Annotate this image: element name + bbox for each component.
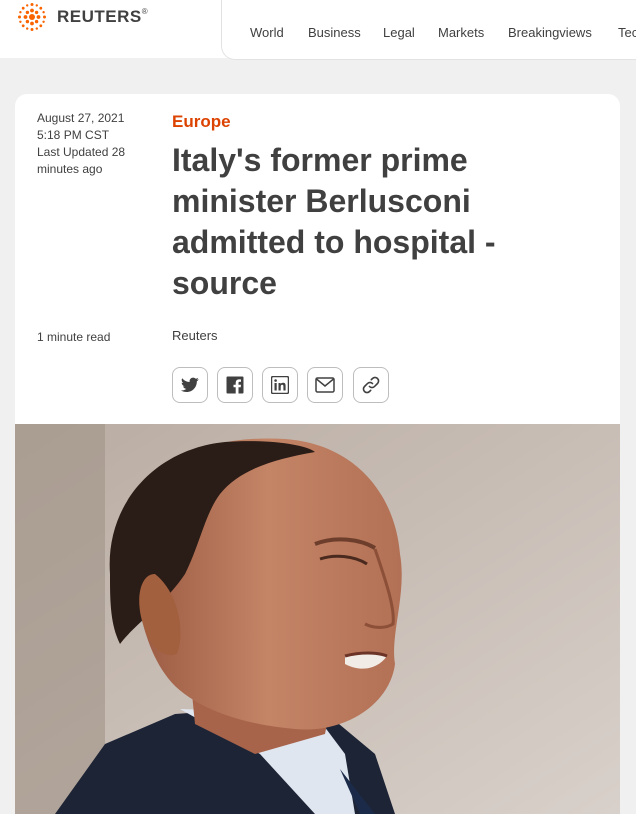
email-icon [315,377,335,393]
top-bar: REUTERS ® World Business Legal Markets Br… [0,0,636,60]
nav-technology[interactable]: Tec [618,25,636,40]
article-card: August 27, 2021 5:18 PM CST Last Updated… [15,94,620,814]
nav-markets[interactable]: Markets [438,25,484,40]
twitter-icon [181,377,199,393]
share-linkedin-button[interactable] [262,367,298,403]
read-time: 1 minute read [37,330,111,344]
registered-mark: ® [141,6,148,16]
nav-breakingviews[interactable]: Breakingviews [508,25,592,40]
reuters-logo[interactable]: REUTERS ® [14,0,148,34]
share-link-button[interactable] [353,367,389,403]
main-nav: World Business Legal Markets Breakingvie… [221,0,636,60]
facebook-icon [226,376,244,394]
section-link[interactable]: Europe [172,112,231,132]
share-facebook-button[interactable] [217,367,253,403]
nav-world[interactable]: World [250,25,284,40]
portrait-illustration [15,424,620,814]
publish-time: 5:18 PM CST [37,128,110,142]
author-link[interactable]: Reuters [172,328,218,343]
share-email-button[interactable] [307,367,343,403]
hero-photo [15,424,620,814]
link-icon [362,376,380,394]
reuters-wordmark: REUTERS [57,7,142,26]
headline: Italy's former prime minister Berlusconi… [172,142,496,301]
last-updated: Last Updated 28 minutes ago [37,145,126,176]
nav-legal[interactable]: Legal [383,25,415,40]
share-twitter-button[interactable] [172,367,208,403]
article-meta: August 27, 2021 5:18 PM CST Last Updated… [37,110,147,178]
reuters-logo-icon [18,3,46,31]
publish-date: August 27, 2021 [37,111,125,125]
nav-business[interactable]: Business [308,25,361,40]
linkedin-icon [271,376,289,394]
